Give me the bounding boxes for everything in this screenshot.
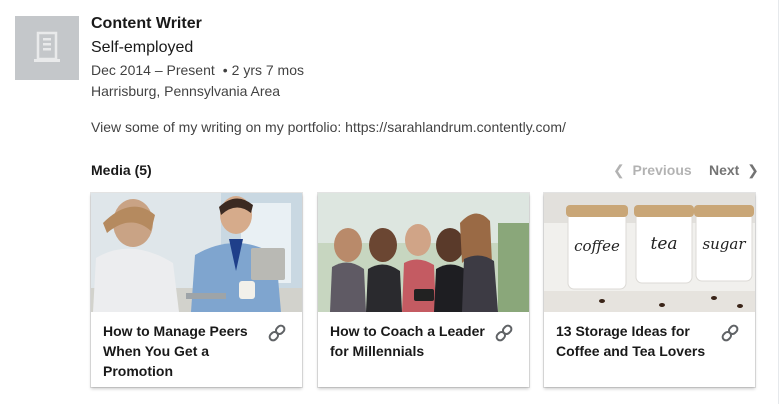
link-icon[interactable]: [267, 323, 287, 343]
company-name: Self-employed: [91, 39, 194, 56]
media-card[interactable]: How to Manage Peers When You Get a Promo…: [91, 193, 302, 387]
right-divider: [778, 0, 779, 404]
media-caption[interactable]: How to Coach a Leader for Millennials: [330, 321, 490, 361]
media-card[interactable]: How to Coach a Leader for Millennials: [318, 193, 529, 387]
next-button[interactable]: Next ❯: [709, 161, 759, 179]
media-card[interactable]: coffee tea sugar 13 Storage Ideas for Co…: [544, 193, 755, 387]
bullet-separator: •: [222, 62, 228, 78]
date-range-row: Dec 2014 – Present • 2 yrs 7 mos: [91, 61, 304, 79]
media-caption[interactable]: 13 Storage Ideas for Coffee and Tea Love…: [556, 321, 716, 361]
media-header: Media (5): [91, 162, 152, 178]
building-icon: [34, 31, 60, 62]
jar-label-sugar: sugar: [702, 235, 746, 253]
job-title[interactable]: Content Writer: [91, 14, 304, 34]
company-logo[interactable]: [15, 16, 79, 80]
link-icon[interactable]: [720, 323, 740, 343]
chevron-left-icon: ❮: [613, 162, 625, 178]
jar-label-coffee: coffee: [574, 237, 620, 255]
previous-button[interactable]: ❮ Previous: [613, 161, 692, 179]
duration: 2 yrs 7 mos: [231, 62, 305, 78]
experience-description: View some of my writing on my portfolio:…: [91, 119, 566, 135]
media-thumbnail: coffee tea sugar: [544, 193, 755, 312]
location: Harrisburg, Pennsylvania Area: [91, 83, 281, 99]
previous-label: Previous: [632, 162, 692, 178]
media-thumbnail: [91, 193, 302, 312]
media-caption[interactable]: How to Manage Peers When You Get a Promo…: [103, 321, 263, 381]
media-thumbnail: [318, 193, 529, 312]
experience-details: Content Writer Self-employed Dec 2014 – …: [91, 14, 304, 100]
chevron-right-icon: ❯: [747, 162, 759, 178]
next-label: Next: [709, 162, 740, 178]
jar-label-tea: tea: [650, 234, 677, 254]
link-icon[interactable]: [494, 323, 514, 343]
date-range: Dec 2014 – Present: [91, 62, 215, 78]
